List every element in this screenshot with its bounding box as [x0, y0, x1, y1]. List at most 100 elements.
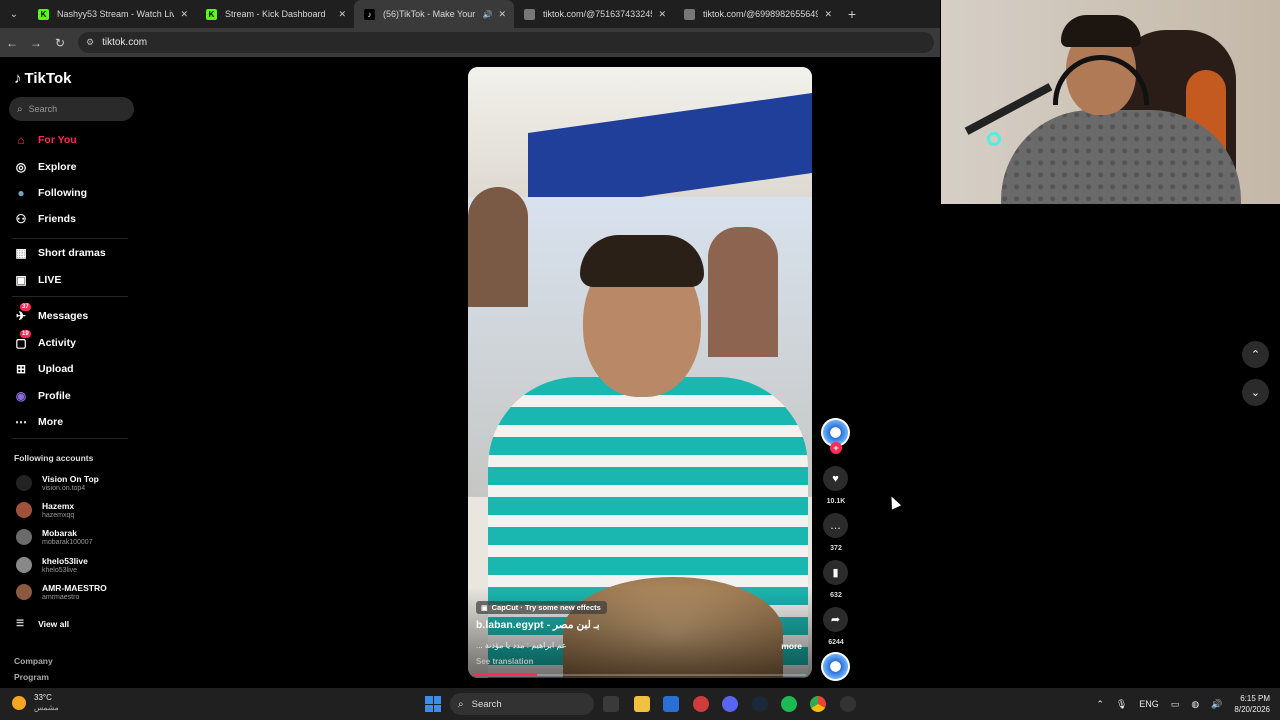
account-handle: vision.on.top4	[42, 485, 86, 492]
clock[interactable]: 6:15 PM 8/20/2026	[1234, 693, 1270, 715]
tiktok-logo[interactable]: ♪ TikTok	[14, 70, 71, 87]
new-tab-button[interactable]: +	[840, 6, 864, 22]
next-video-chevron-down-icon[interactable]: ⌄	[1242, 379, 1269, 406]
webcam-overlay	[941, 0, 1280, 204]
footer-company-link[interactable]: Company	[14, 656, 53, 666]
sidebar-item-label: Explore	[38, 161, 77, 173]
clock-time: 6:15 PM	[1240, 694, 1270, 703]
sidebar-item-label: Upload	[38, 363, 74, 375]
sidebar-item-short-dramas[interactable]: ▦ Short dramas	[12, 245, 105, 261]
sidebar-item-upload[interactable]: ⊞ Upload	[12, 361, 74, 377]
tab-title: Nashyy53 Stream - Watch Live o	[57, 9, 175, 19]
taskbar-search-label: Search	[471, 698, 502, 710]
sidebar-item-label: Profile	[38, 390, 71, 402]
windows-taskbar: 33°C مشمس ⌕ Search ⌃ 🎙 ENG ▭ ◍ 🔊 6:15 PM…	[0, 688, 1280, 720]
view-all-button[interactable]: ☰ View all	[16, 618, 69, 629]
logo-text: TikTok	[24, 70, 72, 87]
upload-icon: ⊞	[15, 362, 27, 376]
following-account-item[interactable]: khelo53live khelo53live	[16, 556, 88, 574]
tab-favicon-icon	[524, 8, 535, 20]
task-view-icon[interactable]	[603, 696, 619, 712]
search-input[interactable]: ⌕ Search	[9, 97, 134, 121]
forward-arrow-icon[interactable]: →	[24, 36, 48, 50]
more-button[interactable]: more	[781, 641, 802, 651]
sidebar-item-following[interactable]: ● Following	[12, 185, 87, 201]
store-icon[interactable]	[663, 696, 679, 712]
tab-close-icon[interactable]: ✕	[338, 9, 346, 20]
sidebar-item-messages[interactable]: ✈ 37 Messages	[12, 303, 88, 324]
comment-icon[interactable]: …	[823, 513, 848, 538]
tab-search-chevron-icon[interactable]: ⌄	[0, 0, 28, 28]
previous-video-chevron-up-icon[interactable]: ⌃	[1242, 341, 1269, 368]
tab-audio-icon[interactable]: 🔊	[482, 10, 492, 19]
sidebar-divider	[12, 438, 128, 439]
home-icon: ⌂	[17, 133, 25, 147]
site-info-icon[interactable]: ⚙	[86, 37, 94, 48]
language-indicator[interactable]: ENG	[1139, 699, 1159, 709]
sidebar-item-label: LIVE	[38, 274, 62, 286]
file-explorer-icon[interactable]	[634, 696, 650, 712]
video-author-title[interactable]: b.laban.egypt - بـ لبن مصر	[476, 619, 600, 631]
like-heart-icon[interactable]: ♥	[823, 466, 848, 491]
chrome-icon[interactable]	[810, 696, 826, 712]
tab-close-icon[interactable]: ✕	[498, 9, 506, 20]
reload-icon[interactable]: ↻	[48, 36, 72, 50]
taskbar-search-input[interactable]: ⌕ Search	[450, 693, 594, 715]
avatar	[16, 502, 32, 518]
bookmark-icon[interactable]: ▮	[823, 560, 848, 585]
browser-tab[interactable]: ♪ (56)TikTok - Make Your Day 🔊 ✕	[354, 0, 514, 28]
steam-icon[interactable]	[752, 696, 768, 712]
sidebar-item-friends[interactable]: ⚇ Friends	[12, 211, 76, 227]
discord-icon[interactable]	[722, 696, 738, 712]
windows-start-icon[interactable]	[425, 696, 441, 712]
tab-close-icon[interactable]: ✕	[824, 9, 832, 20]
account-name: Vision On Top	[42, 474, 99, 484]
footer-program-link[interactable]: Program	[14, 672, 49, 682]
following-account-item[interactable]: Mobarak mobarak100007	[16, 528, 93, 546]
sidebar-item-explore[interactable]: ◎ Explore	[12, 159, 77, 175]
follow-plus-icon[interactable]: +	[830, 442, 842, 454]
obs-icon[interactable]	[840, 696, 856, 712]
microphone-icon[interactable]: 🎙	[1116, 699, 1127, 710]
share-arrow-icon[interactable]: ➦	[823, 607, 848, 632]
tab-close-icon[interactable]: ✕	[658, 9, 666, 20]
video-player[interactable]: ▣ CapCut · Try some new effects b.laban.…	[468, 67, 812, 678]
following-account-item[interactable]: Hazemx hazemxqq	[16, 501, 74, 519]
browser-tab[interactable]: tiktok.com/@7516374332459061 ✕	[514, 0, 674, 28]
browser-tab[interactable]: K Stream - Kick Dashboard ✕	[196, 0, 354, 28]
address-bar: ← → ↻ ⚙ tiktok.com	[0, 28, 940, 57]
tab-favicon-icon	[684, 8, 695, 20]
following-account-item[interactable]: Vision On Top vision.on.top4	[16, 474, 99, 492]
back-arrow-icon[interactable]: ←	[0, 36, 24, 50]
network-icon[interactable]: ◍	[1191, 699, 1199, 710]
avatar	[16, 584, 32, 600]
account-name: Mobarak	[42, 528, 77, 538]
sound-disc-icon[interactable]	[821, 652, 850, 681]
see-translation-link[interactable]: See translation	[476, 657, 533, 666]
monitor-icon[interactable]: ▭	[1171, 699, 1180, 710]
app-icon[interactable]	[693, 696, 709, 712]
tray-chevron-up-icon[interactable]: ⌃	[1096, 699, 1104, 710]
notification-badge: 19	[20, 330, 31, 338]
following-account-item[interactable]: AMR-MAESTRO amrmaestro	[16, 583, 107, 601]
spotify-icon[interactable]	[781, 696, 797, 712]
browser-tab[interactable]: tiktok.com/@69989826556492 ✕	[674, 0, 840, 28]
sidebar-item-more[interactable]: ⋯ More	[12, 414, 63, 430]
video-progress-bar[interactable]	[474, 674, 806, 676]
sidebar-item-activity[interactable]: ▢ 19 Activity	[12, 330, 76, 351]
like-count: 10.1K	[826, 498, 846, 505]
weather-widget[interactable]: 33°C مشمس	[12, 693, 59, 713]
url-input[interactable]: ⚙ tiktok.com	[78, 32, 934, 53]
share-count: 6244	[828, 639, 844, 646]
sidebar-item-profile[interactable]: ◉ Profile	[12, 388, 71, 404]
profile-icon: ◉	[15, 389, 27, 403]
effect-tag[interactable]: ▣ CapCut · Try some new effects	[476, 601, 607, 614]
sidebar-item-live[interactable]: ▣ LIVE	[12, 272, 61, 288]
tiktok-sidebar: ♪ TikTok ⌕ Search ⌂ For You ◎ Explore ● Follo…	[0, 58, 140, 688]
sidebar-item-for-you[interactable]: ⌂ For You	[12, 132, 76, 148]
browser-tab[interactable]: K Nashyy53 Stream - Watch Live o ✕	[28, 0, 196, 28]
following-avatar-icon: ●	[17, 186, 25, 200]
tab-close-icon[interactable]: ✕	[180, 9, 188, 20]
film-icon: ▦	[15, 246, 27, 260]
volume-icon[interactable]: 🔊	[1211, 699, 1222, 710]
